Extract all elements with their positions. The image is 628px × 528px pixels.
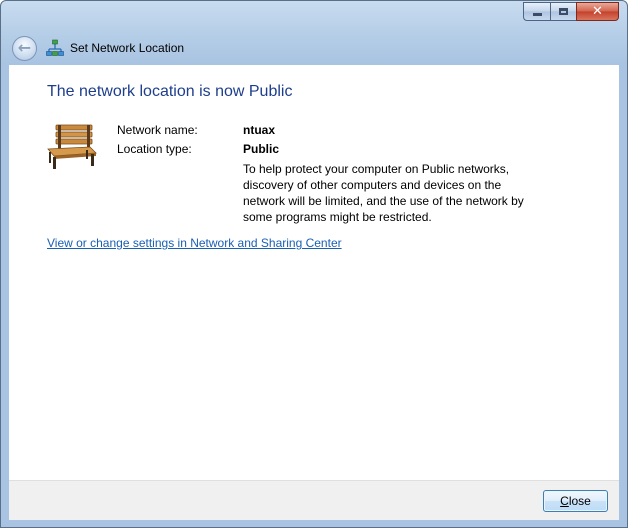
- close-window-button[interactable]: ✕: [576, 2, 619, 21]
- content-area: The network location is now Public Netwo…: [9, 65, 619, 480]
- location-type-label: Location type:: [117, 142, 192, 156]
- dialog-footer: Close: [9, 480, 619, 520]
- public-bench-icon: [47, 124, 97, 169]
- description-text: To help protect your computer on Public …: [243, 162, 524, 224]
- page-title: The network location is now Public: [47, 83, 293, 100]
- dialog-window: ✕ ← Set Network Location The network loc…: [0, 0, 628, 528]
- close-button[interactable]: Close: [543, 490, 608, 512]
- minimize-button[interactable]: [523, 2, 550, 21]
- header-bar: ← Set Network Location: [9, 31, 619, 65]
- location-type-value: Public: [243, 142, 280, 156]
- close-button-label: lose: [568, 494, 591, 508]
- maximize-icon: [559, 8, 568, 15]
- window-title: Set Network Location: [70, 41, 185, 55]
- back-arrow-icon: ←: [17, 37, 32, 57]
- back-button[interactable]: ←: [12, 35, 37, 61]
- minimize-icon: [532, 13, 542, 16]
- close-button-accesskey: C: [560, 494, 569, 508]
- close-icon: ✕: [592, 4, 603, 19]
- caption-buttons: ✕: [523, 2, 619, 21]
- network-name-label: Network name:: [117, 123, 198, 137]
- network-icon: [46, 39, 64, 56]
- network-sharing-center-link[interactable]: View or change settings in Network and S…: [47, 236, 342, 250]
- network-name-value: ntuax: [243, 123, 276, 137]
- maximize-button[interactable]: [550, 2, 576, 21]
